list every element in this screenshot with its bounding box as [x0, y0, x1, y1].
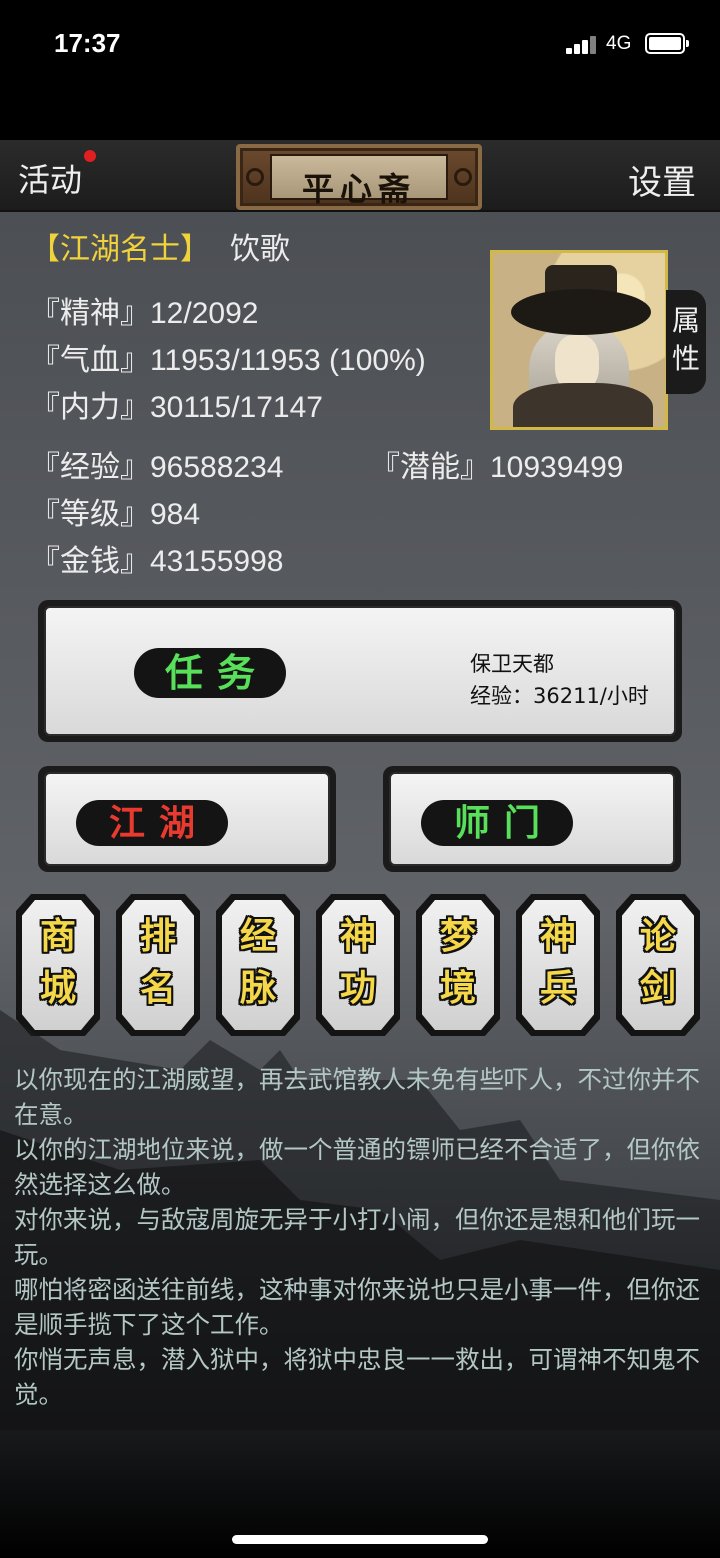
network-label: 4G	[606, 33, 632, 54]
log-entry: 以你现在的江湖威望，再去武馆教人未免有些吓人，不过你并不在意。	[14, 1065, 700, 1129]
location-plaque: 平心斋	[236, 144, 482, 210]
location-title: 平心斋	[301, 170, 416, 208]
log-entry: 你悄无声息，潜入狱中，将狱中忠良一一救出，可谓神不知鬼不觉。	[14, 1345, 700, 1409]
shimen-label: 师门	[421, 800, 573, 846]
player-name: 饮歌	[230, 233, 290, 266]
stat-spirit: 『精神』12/2092	[30, 297, 259, 330]
signal-icon	[566, 36, 600, 54]
mission-label: 任务	[134, 648, 286, 698]
log-entry: 以你的江湖地位来说，做一个普通的镖师已经不合适了，但你依然选择这么做。	[14, 1135, 700, 1199]
player-portrait[interactable]	[490, 250, 668, 430]
stat-hp: 『气血』11953/11953 (100%)	[30, 344, 426, 377]
top-bar: 活动 平心斋 设置	[0, 140, 720, 212]
stat-money: 『金钱』43155998	[30, 545, 284, 578]
activity-button[interactable]: 活动	[18, 155, 82, 201]
scroll-ornament-icon	[246, 168, 264, 186]
game-screen: 活动 平心斋 设置 【江湖名士】 饮歌 『精神』12/2092 『气血』1195…	[0, 140, 720, 1558]
attributes-tab[interactable]: 属 性	[666, 290, 706, 394]
event-log[interactable]: 以你现在的江湖威望，再去武馆教人未免有些吓人，不过你并不在意。 以你的江湖地位来…	[14, 1062, 704, 1412]
mission-button[interactable]: 任务 保卫天都 经验：36211/小时	[38, 600, 682, 742]
shimen-button[interactable]: 师门	[383, 766, 681, 872]
home-indicator[interactable]	[232, 1535, 488, 1544]
player-title: 【江湖名士】	[30, 232, 210, 267]
log-entry: 哪怕将密函送往前线，这种事对你来说也只是小事一件，但你还是顺手揽下了这个工作。	[14, 1275, 700, 1339]
status-bar: 17:37 4G	[0, 0, 720, 90]
jianghu-label: 江湖	[76, 800, 228, 846]
mission-rate: 经验：36211/小时	[470, 684, 649, 708]
notification-dot-icon	[84, 150, 96, 162]
stat-potential: 『潜能』10939499	[370, 451, 624, 484]
stat-mp: 『内力』30115/17147	[30, 391, 323, 424]
mission-info: 保卫天都 经验：36211/小时	[470, 648, 649, 712]
battery-icon	[645, 33, 689, 54]
log-entry: 对你来说，与敌寇周旋无异于小打小闹，但你还是想和他们玩一玩。	[14, 1205, 700, 1269]
settings-button[interactable]: 设置	[628, 155, 696, 204]
status-time: 17:37	[54, 28, 121, 58]
mission-name: 保卫天都	[470, 652, 554, 676]
jianghu-button[interactable]: 江湖	[38, 766, 336, 872]
stat-exp: 『经验』96588234	[30, 451, 284, 484]
scroll-ornament-icon	[454, 168, 472, 186]
stat-level: 『等级』984	[30, 498, 201, 531]
